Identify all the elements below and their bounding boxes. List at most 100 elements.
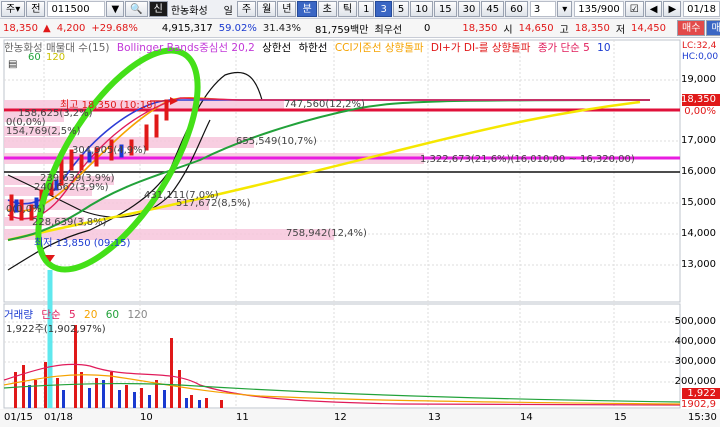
lc-label: LC:32,4 [682, 41, 717, 51]
x-tick-13: 13 [428, 412, 441, 423]
legend-settings-icon[interactable]: ▤ [8, 59, 17, 70]
vol-tick-300k: 300,000 [674, 356, 716, 367]
period-second[interactable]: 초 [317, 1, 337, 17]
legend-ma-10[interactable]: 10 [597, 42, 610, 54]
quote-vol-ratio: 59.02% [218, 22, 257, 34]
count-select[interactable]: 3 [529, 1, 557, 17]
interval-5[interactable]: 5 [392, 1, 410, 17]
sin-badge: 신 [148, 1, 168, 17]
page-counter: 135/900 [574, 1, 624, 17]
profile-9: 304,905(4,9%) [72, 145, 147, 156]
next-page-icon[interactable]: ▶ [663, 1, 682, 17]
legend-lower[interactable]: 하한선 [298, 42, 327, 54]
legend-upper[interactable]: 상한선 [262, 42, 291, 54]
sell-button[interactable]: 매도 [706, 20, 720, 36]
legend-ma-120[interactable]: 120 [46, 52, 65, 63]
profile-5: 758,942(12,4%) [286, 228, 367, 239]
prev-page-icon[interactable]: ◀ [644, 1, 663, 17]
code-input[interactable]: 011500 [47, 1, 106, 17]
interval-45[interactable]: 45 [481, 1, 505, 17]
quote-open: 14,650 [518, 22, 554, 34]
price-tick-17000: 17,000 [681, 135, 716, 146]
quote-volume: 4,915,317 [161, 22, 213, 34]
vol-tick-500k: 500,000 [674, 316, 716, 327]
stock-name: 한농화성 [170, 5, 208, 17]
profile-8: 0(0,0%) [6, 117, 46, 128]
vol-tick-400k: 400,000 [674, 336, 716, 347]
x-tick-0118: 01/18 [44, 412, 73, 423]
x-tick-11: 11 [236, 412, 249, 423]
count-chevron-icon[interactable]: ▾ [557, 1, 573, 17]
quote-amount: 81,759백만 [315, 24, 369, 36]
open-label: 시 [503, 24, 513, 36]
interval-30[interactable]: 30 [457, 1, 481, 17]
period-year[interactable]: 년 [277, 1, 297, 17]
interval-15[interactable]: 15 [433, 1, 457, 17]
price-tick-13000: 13,000 [681, 259, 716, 270]
prev-button[interactable]: 전 [26, 1, 46, 17]
volume-box: 1,922 [687, 388, 716, 399]
profile-12: 240,662(3,9%) [34, 182, 109, 193]
legend-ma-60[interactable]: 60 [28, 52, 41, 63]
x-tick-14: 14 [520, 412, 533, 423]
quote-change-pct: +29.68% [91, 22, 138, 34]
market-label: 주 [6, 4, 16, 15]
limit-label: 최우선 [374, 24, 403, 36]
buy-button[interactable]: 매수 [677, 20, 706, 36]
profile-10: 431,111(7,0%) [144, 190, 219, 201]
price-tick-14000: 14,000 [681, 228, 716, 239]
quote-low: 14,450 [631, 22, 667, 34]
x-tick-0115: 01/15 [4, 412, 33, 423]
toolbar: 주▾ 전 011500 ▼ 🔍 신 한농화성 일 주 월 년 분 초 틱 1 3… [0, 0, 720, 19]
period-month[interactable]: 월 [257, 1, 277, 17]
period-week[interactable]: 주 [236, 1, 257, 17]
legend-bollinger[interactable]: Bollinger Bands중심선 20,2 [117, 42, 255, 54]
legend-dmi[interactable]: DI+가 DI-를 상향돌파 [431, 42, 531, 54]
hc-label: HC:0,00 [682, 52, 719, 62]
quote-zero: 0 [424, 22, 431, 34]
x-tick-12: 12 [334, 412, 347, 423]
interval-3[interactable]: 3 [375, 1, 392, 17]
market-select[interactable]: 주▾ [1, 1, 26, 17]
search-icon[interactable]: ▼ [106, 1, 125, 17]
up-arrow-icon: ▲ [43, 22, 51, 34]
profile-2: 655,549(10,7%) [236, 136, 317, 147]
volume-ma-60[interactable]: 60 [106, 309, 119, 321]
legend-ma[interactable]: 종가 단순 5 [538, 42, 590, 54]
profile-14: 0(0,0%) [6, 204, 46, 215]
quote-turnover: 31.43% [262, 22, 302, 34]
quote-change: 4,200 [56, 22, 86, 34]
vol-tick-200k: 200,000 [674, 376, 716, 387]
profile-1: 747,560(12,2%) [284, 99, 365, 110]
price-tick-16000: 16,000 [681, 166, 716, 177]
chart-legend: 한농화성 매물대 수(15) Bollinger Bands중심선 20,2 상… [4, 40, 615, 55]
period-tick[interactable]: 틱 [337, 1, 358, 17]
search-button[interactable]: 🔍 [125, 1, 148, 17]
price-current-box: 18,350 [681, 94, 716, 105]
low-label: 저 [615, 24, 626, 36]
low-annotation: 최저 13,850 (09:15) [34, 238, 131, 249]
x-tick-15: 15 [614, 412, 627, 423]
volume-ma-120[interactable]: 120 [127, 309, 147, 321]
period-minute[interactable]: 분 [297, 1, 317, 17]
legend-cci[interactable]: CCI기준선 상향돌파 [335, 42, 424, 54]
quote-price: 18,350 [3, 22, 38, 34]
interval-10[interactable]: 10 [410, 1, 433, 17]
volume-summary: 1,922주(1,902,97%) [6, 324, 106, 335]
quote-bar: 18,350 ▲ 4,200 +29.68% 4,915,317 59.02% … [0, 19, 720, 38]
quote-high: 18,350 [574, 22, 610, 34]
price-tick-19000: 19,000 [681, 74, 716, 85]
profile-13: 228,639(3,8%) [32, 217, 107, 228]
volume-box2: 1902,9 [681, 399, 716, 410]
chevron-down-icon: ▾ [15, 4, 21, 15]
price-tick-15000: 15,000 [681, 197, 716, 208]
x-tick-10: 10 [140, 412, 153, 423]
interval-1[interactable]: 1 [358, 1, 375, 17]
date-field[interactable]: 01/18 [683, 1, 720, 17]
period-day[interactable]: 일 [221, 2, 236, 17]
interval-60[interactable]: 60 [505, 1, 528, 17]
pct-box: 0,00% [684, 106, 716, 117]
profile-3: 1,322,673(21,6%)(16,010,00 ~ 16,320,00) [420, 154, 635, 165]
checkbox-icon[interactable]: ☑ [624, 1, 644, 17]
high-label: 고 [559, 24, 569, 36]
